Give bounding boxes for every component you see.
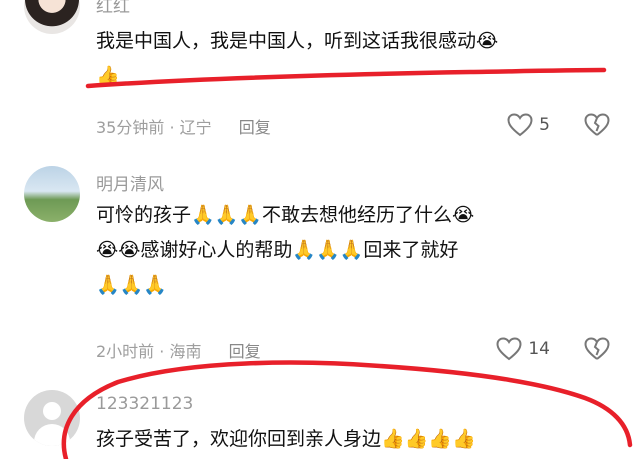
like-button[interactable]: 14 <box>496 337 550 361</box>
comment-line: 😭😭感谢好心人的帮助🙏🙏🙏回来了就好 <box>96 239 459 261</box>
username[interactable]: 明月清风 <box>96 170 164 195</box>
location: 辽宁 <box>179 118 212 137</box>
location: 海南 <box>169 342 202 361</box>
avatar[interactable] <box>24 0 80 34</box>
thumbs-up-emoji: 👍 <box>96 65 120 87</box>
avatar[interactable] <box>24 166 80 222</box>
comment-meta: 35分钟前 · 辽宁 回复 <box>96 114 271 138</box>
like-count: 5 <box>539 115 550 135</box>
username[interactable]: 123321123 <box>96 394 193 414</box>
heart-outline-icon <box>496 337 522 361</box>
heart-outline-icon <box>507 113 533 137</box>
reply-button[interactable]: 回复 <box>229 342 261 361</box>
like-button[interactable]: 5 <box>507 113 550 137</box>
like-count: 14 <box>528 339 550 359</box>
reply-button[interactable]: 回复 <box>239 118 271 137</box>
comment-text: 可怜的孩子🙏🙏🙏不敢去想他经历了什么😭 😭😭感谢好心人的帮助🙏🙏🙏回来了就好 🙏… <box>96 198 616 303</box>
dislike-button[interactable] <box>584 113 610 137</box>
comment-line: 🙏🙏🙏 <box>96 274 167 296</box>
crying-emoji: 😭 <box>476 30 499 52</box>
broken-heart-icon <box>584 113 610 136</box>
broken-heart-icon <box>584 337 610 360</box>
comment-text: 孩子受苦了，欢迎你回到亲人身边👍👍👍👍 <box>96 422 616 457</box>
comment-text: 我是中国人，我是中国人，听到这话我很感动😭 👍 <box>96 24 616 94</box>
comment-meta: 2小时前 · 海南 回复 <box>96 338 261 362</box>
comment-line: 可怜的孩子🙏🙏🙏不敢去想他经历了什么😭 <box>96 204 475 226</box>
timestamp: 2小时前 <box>96 342 155 361</box>
comment-text-content: 孩子受苦了，欢迎你回到亲人身边👍👍👍👍 <box>96 428 476 450</box>
separator: · <box>169 118 175 137</box>
avatar[interactable] <box>24 390 80 446</box>
timestamp: 35分钟前 <box>96 118 165 137</box>
dislike-button[interactable] <box>584 337 610 361</box>
separator: · <box>159 342 165 361</box>
comment-text-content: 我是中国人，我是中国人，听到这话我很感动 <box>96 30 477 52</box>
username[interactable]: 红红 <box>96 0 130 17</box>
